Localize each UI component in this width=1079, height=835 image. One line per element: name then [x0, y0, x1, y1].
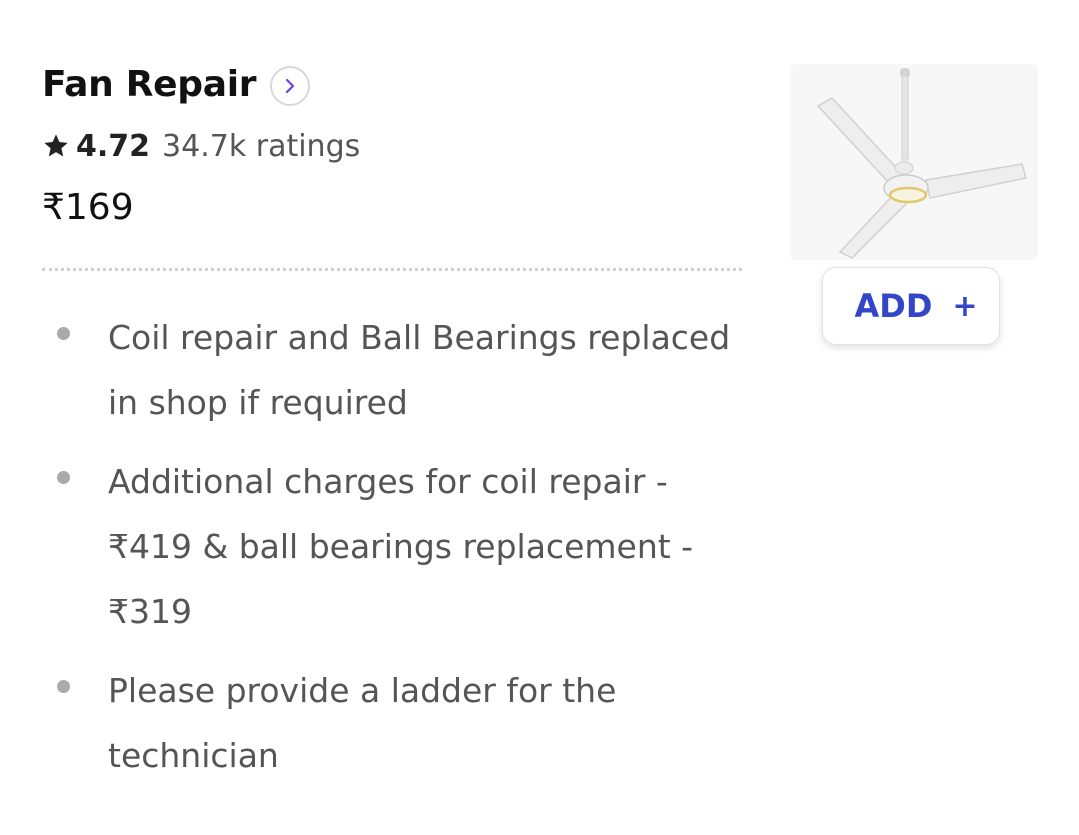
bullet-dot — [57, 327, 70, 340]
detail-text: Additional charges for coil repair - ₹41… — [108, 462, 694, 631]
rating-count[interactable]: 34.7k ratings — [162, 129, 360, 164]
service-info: Fan Repair 4.72 34.7k ratings ₹169 — [42, 58, 742, 234]
details-chevron-button[interactable] — [270, 66, 311, 106]
star-icon — [44, 134, 68, 157]
price: ₹169 — [42, 187, 134, 228]
plus-icon: + — [952, 288, 978, 324]
detail-text: Coil repair and Ball Bearings replaced i… — [108, 318, 731, 422]
rating-row: 4.72 34.7k ratings — [42, 122, 742, 170]
list-item: Coil repair and Ball Bearings replaced i… — [42, 305, 742, 435]
list-item: Additional charges for coil repair - ₹41… — [42, 449, 742, 644]
divider — [42, 268, 742, 271]
add-button-label: ADD — [854, 287, 933, 325]
detail-text: Please provide a ladder for the technici… — [108, 671, 617, 775]
bullet-dot — [57, 680, 70, 693]
service-card: Fan Repair 4.72 34.7k ratings ₹169 Coil … — [0, 0, 1079, 835]
rating-value: 4.72 — [76, 128, 151, 164]
title-row: Fan Repair — [42, 58, 742, 110]
list-item: Please provide a ladder for the technici… — [42, 658, 742, 788]
details-list: Coil repair and Ball Bearings replaced i… — [42, 305, 742, 802]
ceiling-fan-image[interactable] — [790, 64, 1038, 260]
chevron-right-icon — [286, 78, 295, 94]
bullet-dot — [57, 471, 70, 484]
service-title[interactable]: Fan Repair — [42, 64, 257, 105]
add-button[interactable]: ADD + — [822, 267, 1000, 345]
